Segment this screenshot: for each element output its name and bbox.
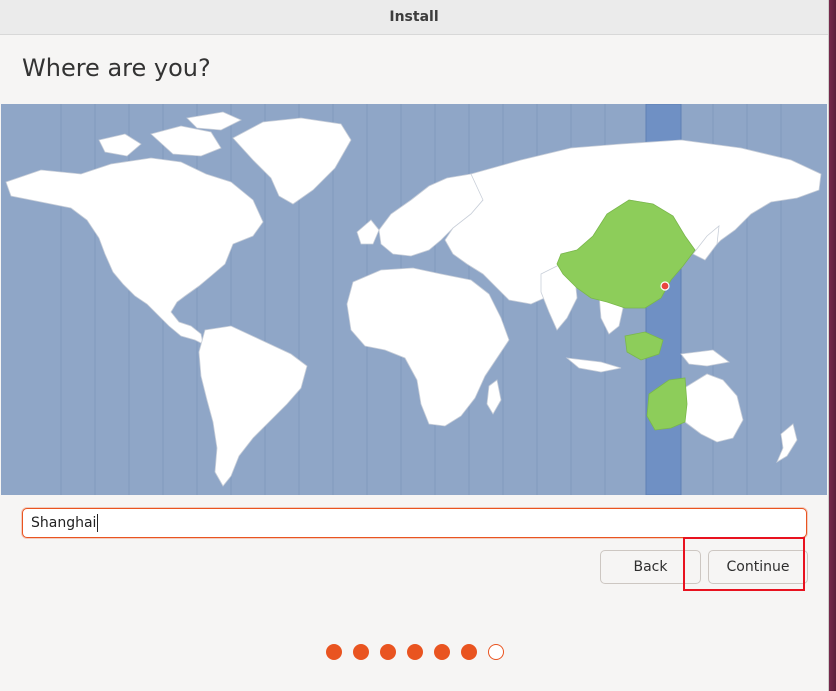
back-button[interactable]: Back: [600, 550, 701, 584]
progress-dot: [434, 644, 450, 660]
progress-dot: [461, 644, 477, 660]
progress-dots: [326, 644, 504, 660]
location-input-value: Shanghai: [31, 515, 97, 531]
title-bar: Install: [0, 0, 828, 35]
continue-button[interactable]: Continue: [708, 550, 808, 584]
progress-dot: [353, 644, 369, 660]
location-input[interactable]: Shanghai: [22, 508, 807, 538]
continents: [5, 111, 822, 487]
window-title: Install: [389, 9, 439, 25]
page-title: Where are you?: [22, 54, 211, 82]
timezone-map[interactable]: [1, 104, 827, 495]
text-cursor: [97, 514, 99, 532]
installer-window: Install Where are you? Shanghai Back Con…: [0, 0, 829, 691]
progress-dot-current: [488, 644, 504, 660]
progress-dot: [326, 644, 342, 660]
city-marker: [660, 281, 670, 291]
world-map[interactable]: [1, 104, 827, 495]
progress-dot: [380, 644, 396, 660]
progress-dot: [407, 644, 423, 660]
